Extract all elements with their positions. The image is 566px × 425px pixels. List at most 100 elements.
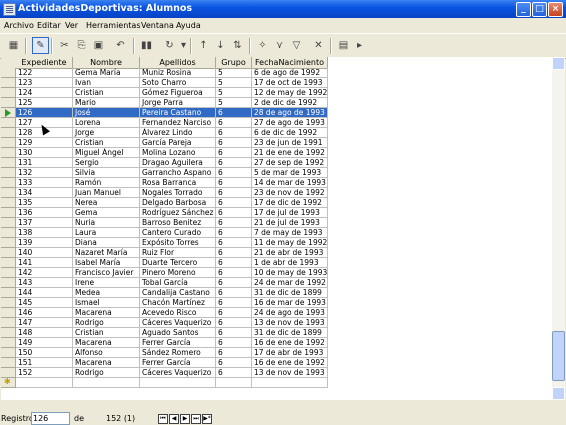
table-cell[interactable]: 143: [16, 278, 73, 288]
menu-editar[interactable]: Editar: [37, 21, 61, 30]
toolbar-more-icon[interactable]: ▸: [352, 38, 367, 53]
table-cell[interactable]: 6: [216, 108, 252, 118]
table-cell-empty[interactable]: [252, 378, 328, 388]
table-cell[interactable]: 151: [16, 358, 73, 368]
row-selector[interactable]: [1, 168, 16, 178]
edit-icon[interactable]: ✎: [32, 37, 49, 54]
table-cell[interactable]: 6: [216, 288, 252, 298]
table-cell[interactable]: 16 de mar de 1993: [252, 298, 328, 308]
table-cell[interactable]: 12 de may de 1992: [252, 88, 328, 98]
table-cell[interactable]: 23 de nov de 1992: [252, 188, 328, 198]
table-cell[interactable]: José: [73, 108, 140, 118]
table-cell[interactable]: 148: [16, 328, 73, 338]
table-cell[interactable]: 152: [16, 368, 73, 378]
row-selector[interactable]: [1, 278, 16, 288]
table-cell[interactable]: 6: [216, 328, 252, 338]
row-selector[interactable]: [1, 98, 16, 108]
table-row[interactable]: 125 Mario Jorge Parra 5 2 de dic de 1992: [1, 98, 552, 108]
previous-record-button[interactable]: ◀: [169, 414, 179, 424]
table-cell[interactable]: 139: [16, 238, 73, 248]
table-cell[interactable]: Ferrer García: [140, 338, 216, 348]
table-cell[interactable]: Cristian: [73, 88, 140, 98]
table-cell[interactable]: Pinero Moreno: [140, 268, 216, 278]
row-selector[interactable]: [1, 128, 16, 138]
row-selector[interactable]: [1, 118, 16, 128]
table-cell[interactable]: 31 de dic de 1899: [252, 328, 328, 338]
table-cell[interactable]: Miguel Ángel: [73, 148, 140, 158]
sort-icon[interactable]: ⇅: [230, 38, 245, 53]
table-row[interactable]: 124 Cristian Gómez Figueroa 5 12 de may de 1…: [1, 88, 552, 98]
row-selector[interactable]: [1, 148, 16, 158]
table-cell[interactable]: 134: [16, 188, 73, 198]
table-cell[interactable]: 6: [216, 278, 252, 288]
table-cell[interactable]: 6: [216, 138, 252, 148]
table-cell[interactable]: 17 de abr de 1993: [252, 348, 328, 358]
table-cell[interactable]: Macarena: [73, 358, 140, 368]
table-cell[interactable]: 144: [16, 288, 73, 298]
table-cell[interactable]: 27 de ago de 1993: [252, 118, 328, 128]
table-cell[interactable]: Ruiz Flor: [140, 248, 216, 258]
table-cell[interactable]: 6: [216, 298, 252, 308]
first-record-button[interactable]: ⏮: [158, 414, 168, 424]
table-cell[interactable]: Gema María: [73, 68, 140, 78]
row-selector[interactable]: [1, 328, 16, 338]
table-cell[interactable]: 6: [216, 188, 252, 198]
minimize-button[interactable]: _: [516, 2, 531, 17]
menu-ver[interactable]: Ver: [65, 21, 78, 30]
table-cell[interactable]: 21 de ene de 1992: [252, 148, 328, 158]
table-cell[interactable]: 6: [216, 258, 252, 268]
table-cell[interactable]: Macarena: [73, 338, 140, 348]
table-cell[interactable]: Nerea: [73, 198, 140, 208]
table-cell[interactable]: 6: [216, 358, 252, 368]
table-cell[interactable]: Aguado Santos: [140, 328, 216, 338]
table-cell[interactable]: Macarena: [73, 308, 140, 318]
row-selector[interactable]: [1, 318, 16, 328]
scroll-down-button[interactable]: [552, 387, 565, 400]
table-cell[interactable]: Gómez Figueroa: [140, 88, 216, 98]
table-row[interactable]: 137 Nuria Barroso Benitez 6 21 de jul de 199…: [1, 218, 552, 228]
table-cell[interactable]: 5: [216, 78, 252, 88]
row-selector[interactable]: [1, 68, 16, 78]
table-cell[interactable]: 136: [16, 208, 73, 218]
table-cell[interactable]: Cristian: [73, 138, 140, 148]
table-row[interactable]: 130 Miguel Ángel Molina Lozano 6 21 de ene d…: [1, 148, 552, 158]
table-cell[interactable]: 5 de mar de 1993: [252, 168, 328, 178]
table-cell[interactable]: 14 de mar de 1993: [252, 178, 328, 188]
table-cell[interactable]: Isabel María: [73, 258, 140, 268]
table-cell[interactable]: 124: [16, 88, 73, 98]
table-cell[interactable]: 6: [216, 368, 252, 378]
table-cell[interactable]: 132: [16, 168, 73, 178]
table-cell[interactable]: 16 de ene de 1992: [252, 338, 328, 348]
table-row[interactable]: 144 Medea Candalija Castano 6 31 de dic de 1…: [1, 288, 552, 298]
table-cell[interactable]: Molina Lozano: [140, 148, 216, 158]
row-selector[interactable]: [1, 78, 16, 88]
table-cell[interactable]: 24 de mar de 1992: [252, 278, 328, 288]
table-cell[interactable]: 6: [216, 198, 252, 208]
new-record-button[interactable]: ▶*: [202, 414, 212, 424]
row-selector[interactable]: [1, 158, 16, 168]
table-cell[interactable]: 6: [216, 158, 252, 168]
table-cell[interactable]: Rodrigo: [73, 368, 140, 378]
table-cell[interactable]: 145: [16, 298, 73, 308]
table-cell[interactable]: 135: [16, 198, 73, 208]
table-cell[interactable]: Sergio: [73, 158, 140, 168]
table-cell[interactable]: Irene: [73, 278, 140, 288]
find-icon[interactable]: ▮▮: [139, 38, 154, 53]
table-cell[interactable]: 150: [16, 348, 73, 358]
table-cell[interactable]: 6: [216, 148, 252, 158]
sort-descending-icon[interactable]: ↓: [213, 38, 228, 53]
row-selector[interactable]: [1, 288, 16, 298]
table-cell[interactable]: 146: [16, 308, 73, 318]
table-row[interactable]: 122 Gema María Muniz Rosina 5 6 de ago de 19…: [1, 68, 552, 78]
table-cell[interactable]: 27 de sep de 1992: [252, 158, 328, 168]
table-cell[interactable]: Mario: [73, 98, 140, 108]
table-cell[interactable]: 16 de ene de 1992: [252, 358, 328, 368]
table-cell[interactable]: Laura: [73, 228, 140, 238]
table-row[interactable]: 131 Sergio Dragao Aguilera 6 27 de sep de 19…: [1, 158, 552, 168]
table-cell[interactable]: 13 de nov de 1993: [252, 318, 328, 328]
table-cell[interactable]: 140: [16, 248, 73, 258]
table-cell[interactable]: 11 de may de 1992: [252, 238, 328, 248]
table-cell-empty[interactable]: [73, 378, 140, 388]
table-cell[interactable]: 6: [216, 308, 252, 318]
table-cell[interactable]: 17 de dic de 1992: [252, 198, 328, 208]
